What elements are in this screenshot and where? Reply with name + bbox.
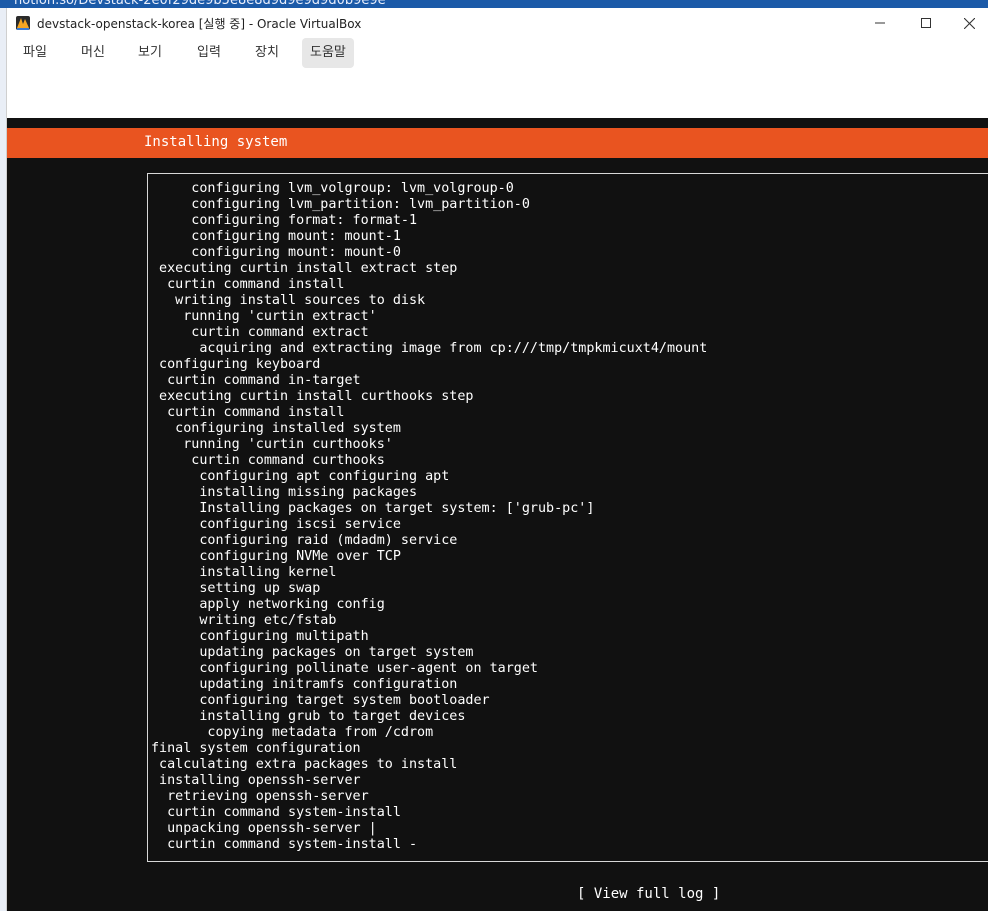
menu-bar: 파일 머신 보기 입력 장치 도움말 [7,38,988,72]
log-line: configuring keyboard [151,357,321,372]
close-icon [963,17,975,29]
log-line: configuring mount: mount-1 [151,229,401,244]
log-line: configuring target system bootloader [151,693,490,708]
log-line: configuring raid (mdadm) service [151,533,458,548]
log-line: curtin command install [151,405,345,420]
installer-header-bar: Installing system [7,128,988,158]
virtualbox-window: devstack-openstack-korea [실행 중] - Oracle… [6,8,988,911]
log-line: curtin command extract [151,325,369,340]
toolbar-area [7,72,988,118]
log-line: calculating extra packages to install [151,757,458,772]
log-line: installing missing packages [151,485,418,500]
log-line: acquiring and extracting image from cp:/… [151,341,708,356]
log-line: configuring multipath [151,629,369,644]
log-line: configuring lvm_volgroup: lvm_volgroup-0 [151,181,514,196]
install-log-box: configuring lvm_volgroup: lvm_volgroup-0… [147,173,988,862]
window-title: devstack-openstack-korea [실행 중] - Oracle… [37,17,362,31]
log-line: configuring installed system [151,421,401,436]
log-line: executing curtin install curthooks step [151,389,474,404]
view-full-log-button[interactable]: [ View full log ] [577,886,720,902]
log-line: running 'curtin extract' [151,309,377,324]
log-line: configuring NVMe over TCP [151,549,401,564]
log-line: curtin command install [151,277,345,292]
close-button[interactable] [949,8,988,38]
log-line: setting up swap [151,581,321,596]
log-line: configuring pollinate user-agent on targ… [151,661,538,676]
vm-display[interactable]: Installing system configuring lvm_volgro… [7,118,988,911]
log-line: executing curtin install extract step [151,261,458,276]
maximize-button[interactable] [903,8,949,38]
log-line: running 'curtin curthooks' [151,437,393,452]
log-line: curtin command system-install [151,805,401,820]
log-line: configuring format: format-1 [151,213,418,228]
virtualbox-app-icon [16,16,30,30]
menu-help[interactable]: 도움말 [302,38,354,68]
log-line: configuring mount: mount-0 [151,245,401,260]
log-line: configuring apt configuring apt [151,469,450,484]
menu-machine[interactable]: 머신 [73,38,113,68]
log-line: configuring lvm_partition: lvm_partition… [151,197,530,212]
log-line: installing kernel [151,565,337,580]
log-line: copying metadata from /cdrom [151,725,434,740]
menu-view[interactable]: 보기 [130,38,170,68]
installer-header-title: Installing system [144,134,288,150]
minimize-button[interactable] [857,8,903,38]
log-line: curtin command system-install - [151,837,418,852]
log-line: installing grub to target devices [151,709,466,724]
log-line: retrieving openssh-server [151,789,369,804]
log-line: installing openssh-server [151,773,361,788]
log-line: updating packages on target system [151,645,474,660]
background-browser-url: notion.so/Devstack-2e0f29de9b5e8e8d9d9e9… [14,0,386,8]
menu-devices[interactable]: 장치 [247,38,287,68]
menu-file[interactable]: 파일 [15,38,55,68]
log-line: unpacking openssh-server | [151,821,377,836]
maximize-icon [921,18,931,28]
background-taskbar-strip: notion.so/Devstack-2e0f29de9b5e8e8d9d9e9… [0,0,988,8]
title-bar[interactable]: devstack-openstack-korea [실행 중] - Oracle… [7,8,988,38]
log-line: writing install sources to disk [151,293,426,308]
log-line: configuring iscsi service [151,517,401,532]
log-line: apply networking config [151,597,385,612]
log-line: updating initramfs configuration [151,677,458,692]
log-line: Installing packages on target system: ['… [151,501,595,516]
minimize-icon [875,22,885,24]
log-line: writing etc/fstab [151,613,337,628]
log-line: final system configuration [151,741,361,756]
install-log-lines: configuring lvm_volgroup: lvm_volgroup-0… [151,181,707,853]
menu-input[interactable]: 입력 [189,38,229,68]
log-line: curtin command curthooks [151,453,385,468]
log-line: curtin command in-target [151,373,361,388]
